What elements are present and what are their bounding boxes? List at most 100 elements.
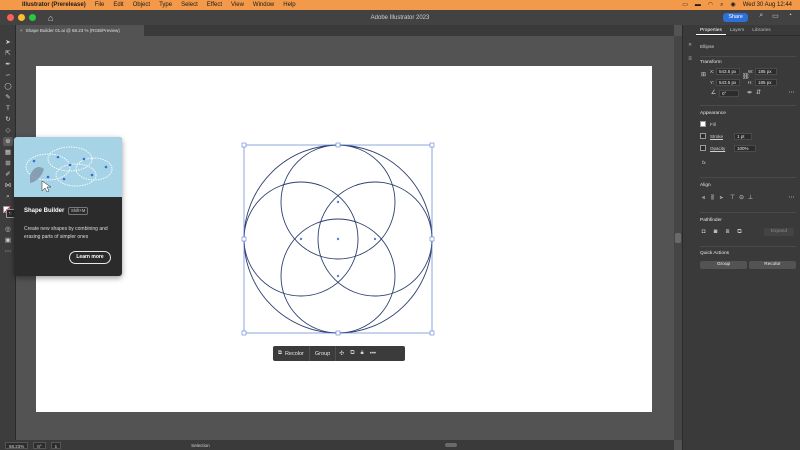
effects-label[interactable]: fx. <box>702 160 707 165</box>
horizontal-scrollbar-thumb[interactable] <box>445 443 457 447</box>
tab-properties[interactable]: Properties <box>696 25 726 35</box>
share-button[interactable]: Share <box>723 13 748 22</box>
menu-app-name[interactable]: Illustrator (Prerelease) <box>22 0 86 10</box>
selection-tool-icon[interactable]: ➤ <box>3 38 13 47</box>
expand-button[interactable]: Expand <box>764 228 794 236</box>
align-right-icon[interactable]: ⫸ <box>718 195 725 202</box>
fill-swatch-none[interactable] <box>700 121 706 127</box>
panel-collapse-icon[interactable]: » <box>686 41 694 49</box>
angle-field[interactable]: 0° <box>719 90 739 97</box>
panel-tabs: Properties Layers Libraries <box>696 25 800 36</box>
panel-menu-icon[interactable]: ≡ <box>686 55 694 63</box>
tab-libraries[interactable]: Libraries <box>748 25 774 35</box>
more-transform-options-icon[interactable]: ⋯ <box>788 90 795 97</box>
zoom-window-button[interactable] <box>29 14 36 21</box>
pen-tool-icon[interactable]: ✒ <box>3 60 13 69</box>
blend-tool-icon[interactable]: ⋈ <box>3 181 13 190</box>
search-icon[interactable]: ⌕ <box>720 0 723 10</box>
constrain-proportions-icon[interactable]: ⛓ <box>742 74 750 81</box>
direct-selection-tool-icon[interactable]: ⇱ <box>3 49 13 58</box>
transform-icon[interactable]: ✣ <box>336 350 347 357</box>
h-field[interactable]: 185 px <box>755 79 777 86</box>
align-bottom-icon[interactable]: ⊥ <box>747 195 754 202</box>
stroke-weight-field[interactable]: 1 pt <box>734 133 752 140</box>
more-options-icon[interactable]: ••• <box>367 351 379 357</box>
menubar-datetime[interactable]: Wed 30 Aug 12:44 <box>743 0 792 10</box>
align-top-icon[interactable]: ⊤ <box>729 195 736 202</box>
align-left-icon[interactable]: ⫷ <box>700 195 707 202</box>
flip-vertical-icon[interactable]: ⇵ <box>755 90 762 97</box>
menu-view[interactable]: View <box>231 0 244 10</box>
menu-window[interactable]: Window <box>253 0 274 10</box>
ellipse-tool-icon[interactable]: ◯ <box>3 82 13 91</box>
wifi-icon[interactable]: ◠ <box>708 0 713 10</box>
lock-icon[interactable]: 🔒︎ <box>358 350 367 357</box>
menu-effect[interactable]: Effect <box>207 0 222 10</box>
type-tool-icon[interactable]: T <box>3 104 13 113</box>
tooltip-preview-image <box>14 137 122 197</box>
y-field[interactable]: 543.5 px <box>716 79 740 86</box>
document-tab[interactable]: × Shape Builder 01.ai @ 68.23 % (RGB/Prev… <box>16 25 144 36</box>
divider <box>700 177 796 178</box>
rotate-tool-icon[interactable]: ↻ <box>3 115 13 124</box>
edit-toolbar-icon[interactable]: ⋯ <box>3 247 13 256</box>
minimize-window-button[interactable] <box>18 14 25 21</box>
learn-more-button[interactable]: Learn more <box>69 251 111 264</box>
quick-action-recolor-button[interactable]: Recolor <box>749 261 796 269</box>
gradient-tool-icon[interactable]: ▦ <box>3 148 13 157</box>
flip-horizontal-icon[interactable]: ⇹ <box>746 90 753 97</box>
close-window-button[interactable] <box>7 14 14 21</box>
quick-actions-section-title: Quick Actions <box>700 251 730 256</box>
tab-layers[interactable]: Layers <box>726 25 748 35</box>
workspace-icon[interactable]: ▭ <box>772 12 779 20</box>
stroke-swatch[interactable] <box>700 133 706 139</box>
artboard-field[interactable]: 1 <box>50 441 62 449</box>
reference-point-icon[interactable]: ⊞ <box>700 72 707 79</box>
discover-icon[interactable]: ◔ <box>788 12 792 20</box>
screen-mode-icon[interactable]: ▣ <box>3 236 13 245</box>
vertical-scrollbar-thumb[interactable] <box>675 233 681 243</box>
pathfinder-intersect-icon[interactable]: ⧈ <box>724 229 731 236</box>
pathfinder-minus-front-icon[interactable]: ◙ <box>712 229 719 236</box>
pathfinder-exclude-icon[interactable]: ⧉ <box>736 229 743 236</box>
quick-action-group-button[interactable]: Group <box>700 261 747 269</box>
recolor-action[interactable]: ⧉ Recolor <box>273 346 310 361</box>
w-field[interactable]: 185 px <box>755 68 777 75</box>
align-center-icon[interactable]: ⫼ <box>709 195 716 202</box>
duplicate-icon[interactable]: ⧉ <box>347 350 357 357</box>
zoom-field[interactable]: 68.23% <box>5 441 29 449</box>
control-center-icon[interactable]: ◉ <box>730 0 735 10</box>
stroke-label[interactable]: Stroke <box>710 134 723 139</box>
eyedropper-tool-icon[interactable]: ✐ <box>3 170 13 179</box>
draw-mode-icon[interactable]: ◎ <box>3 225 13 234</box>
curvature-tool-icon[interactable]: ∽ <box>3 71 13 80</box>
close-tab-icon[interactable]: × <box>20 28 23 33</box>
opacity-field[interactable]: 100% <box>734 145 756 152</box>
menu-type[interactable]: Type <box>159 0 172 10</box>
group-action[interactable]: Group <box>310 346 337 361</box>
menubar-extra-icon[interactable]: ▭ <box>682 0 688 10</box>
zoom-tool-icon[interactable]: ⌕ <box>3 192 13 201</box>
mesh-tool-icon[interactable]: ⊞ <box>3 159 13 168</box>
stroke-swatch[interactable] <box>6 209 15 218</box>
menu-edit[interactable]: Edit <box>113 0 123 10</box>
pathfinder-unite-icon[interactable]: ◘ <box>700 229 707 236</box>
battery-icon[interactable]: ▬ <box>695 0 701 10</box>
menu-help[interactable]: Help <box>283 0 295 10</box>
search-help-icon[interactable]: ⌕ <box>759 12 763 20</box>
tooltip-shortcut: Shift+M <box>68 207 89 215</box>
more-align-options-icon[interactable]: ⋯ <box>788 195 795 202</box>
shape-builder-tool-icon[interactable]: ⊕ <box>3 137 13 146</box>
home-icon[interactable]: ⌂ <box>48 13 58 23</box>
x-field[interactable]: 543.5 px <box>716 68 740 75</box>
appearance-section-title: Appearance <box>700 111 726 116</box>
menu-object[interactable]: Object <box>133 0 150 10</box>
menu-select[interactable]: Select <box>181 0 198 10</box>
pencil-tool-icon[interactable]: ✎ <box>3 93 13 102</box>
opacity-label[interactable]: Opacity <box>710 146 725 151</box>
eraser-tool-icon[interactable]: ◇ <box>3 126 13 135</box>
rotation-field[interactable]: 0° <box>33 441 46 449</box>
macos-menubar: Illustrator (Prerelease) File Edit Objec… <box>0 0 800 10</box>
align-middle-icon[interactable]: ⊝ <box>738 195 745 202</box>
menu-file[interactable]: File <box>95 0 105 10</box>
